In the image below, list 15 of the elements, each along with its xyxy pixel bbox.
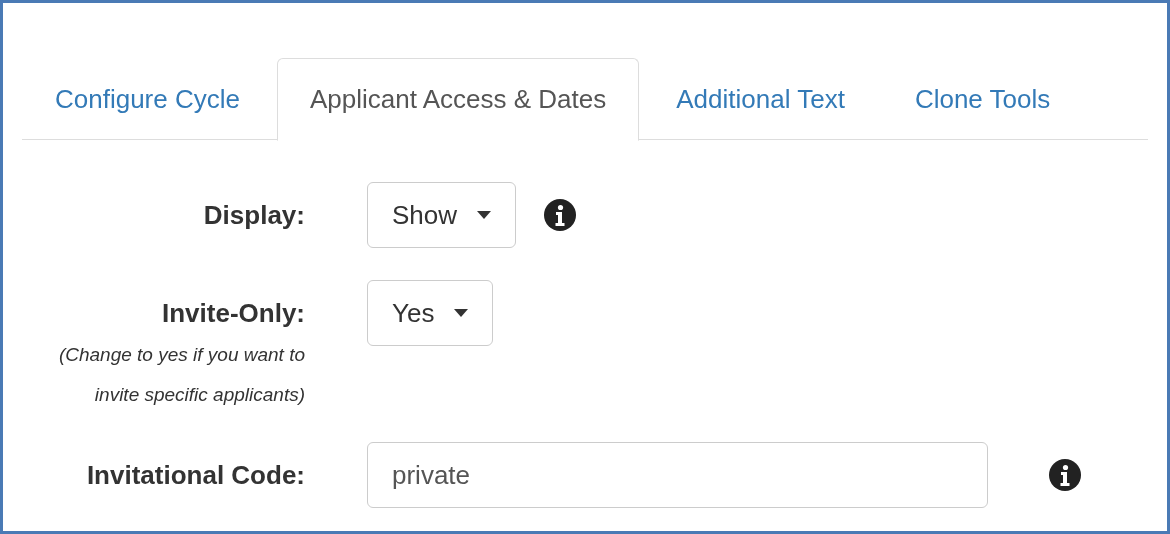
- tab[interactable]: Applicant Access & Dates: [277, 58, 640, 141]
- tab[interactable]: Configure Cycle: [22, 58, 273, 140]
- info-icon[interactable]: [1049, 459, 1081, 491]
- field-hint: (Change to yes if you want to invite specific applicants): [57, 343, 305, 407]
- tab[interactable]: Clone Tools: [881, 58, 1084, 140]
- field-label: Invitational Code:: [86, 459, 305, 492]
- field-label: Invite-Only:: [162, 297, 305, 330]
- caret-icon: [477, 211, 492, 219]
- dropdown[interactable]: Yes: [367, 280, 494, 346]
- dropdown[interactable]: Show: [367, 182, 517, 248]
- field-label: Display:: [203, 199, 305, 232]
- input-field[interactable]: private: [367, 442, 988, 508]
- info-icon[interactable]: [544, 199, 577, 231]
- tab[interactable]: Additional Text: [643, 58, 878, 140]
- caret-icon: [454, 309, 469, 317]
